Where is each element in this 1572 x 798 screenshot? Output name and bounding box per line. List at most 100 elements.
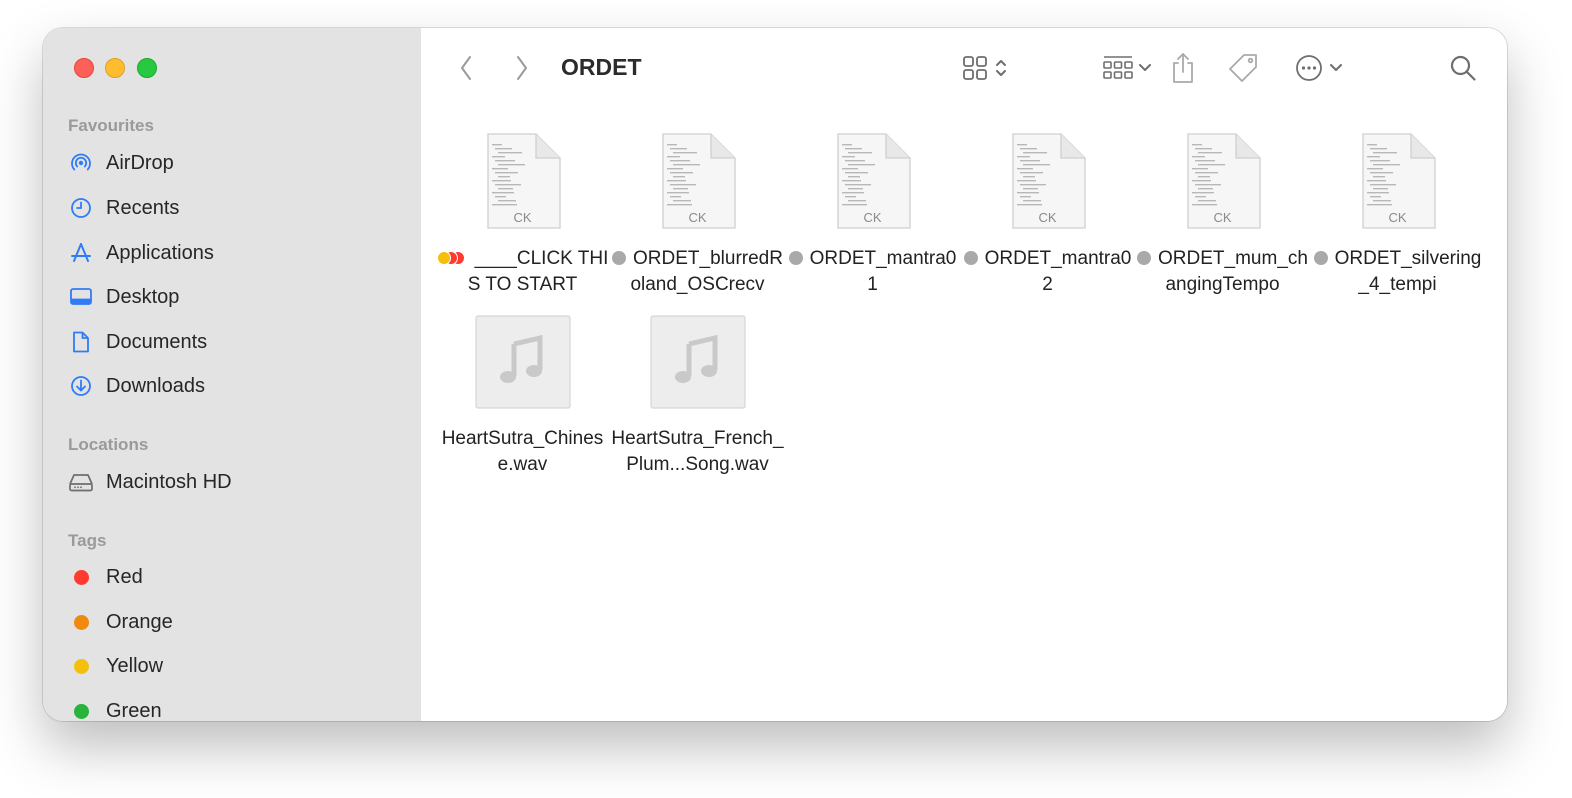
more-actions-button[interactable] — [1287, 50, 1351, 86]
document-icon — [65, 329, 97, 355]
sidebar-item-airdrop[interactable]: AirDrop — [65, 143, 405, 183]
file-thumbnail: CK — [1135, 130, 1310, 230]
file-thumbnail: CK — [610, 130, 785, 230]
file-name: ORDET_mantra01 — [785, 246, 960, 298]
favourites-section-title: Favourites — [68, 116, 154, 135]
file-name-text: ORDET_mantra02 — [984, 248, 1132, 295]
yellow-tag-icon — [74, 658, 89, 674]
tag-dot-icon — [1313, 251, 1328, 265]
file-name-text: ____CLICK THIS TO START — [467, 248, 609, 295]
file-item[interactable]: CK ORDET_blurredRoland_OSCrecv — [610, 130, 785, 298]
file-name-text: ORDET_silvering_4_tempi — [1334, 248, 1482, 295]
file-name-text: ORDET_mantra01 — [809, 248, 957, 295]
airdrop-icon — [65, 150, 97, 176]
search-icon — [1450, 55, 1476, 81]
locations-section-title: Locations — [68, 435, 149, 454]
chevron-down-icon — [1139, 64, 1151, 71]
sidebar-item-tag-red[interactable]: Red — [65, 557, 405, 597]
sidebar-item-label: Downloads — [106, 374, 205, 397]
download-icon — [65, 373, 97, 399]
file-thumbnail — [610, 310, 785, 410]
tags-section-title: Tags — [68, 531, 107, 550]
file-thumbnail: CK — [435, 130, 610, 230]
file-name: ORDET_blurredRoland_OSCrecv — [610, 246, 785, 298]
file-item[interactable]: HeartSutra_Chinese.wav — [435, 310, 610, 478]
tag-dots-icon — [436, 251, 471, 265]
orange-tag-icon — [74, 614, 89, 630]
file-item[interactable]: CK ORDET_mantra02 — [960, 130, 1135, 298]
clock-icon — [65, 195, 97, 221]
zoom-window-button[interactable] — [137, 58, 157, 78]
file-thumbnail: CK — [960, 130, 1135, 230]
music-note-icon — [474, 315, 571, 409]
file-name: ORDET_silvering_4_tempi — [1310, 246, 1485, 298]
file-type-label: CK — [1038, 210, 1057, 225]
group-by-button[interactable] — [1097, 52, 1157, 84]
file-thumbnail — [435, 310, 610, 410]
tag-dot-icon — [612, 251, 627, 265]
red-tag-icon — [74, 569, 89, 585]
share-button[interactable] — [1163, 50, 1203, 86]
chevron-down-icon — [1330, 64, 1342, 71]
ellipsis-circle-icon — [1296, 55, 1322, 81]
file-item[interactable]: CK ____CLICK THIS TO START — [435, 130, 610, 298]
sidebar-item-recents[interactable]: Recents — [65, 188, 405, 228]
sidebar-item-desktop[interactable]: Desktop — [65, 277, 405, 317]
sidebar-item-label: Macintosh HD — [106, 470, 232, 493]
tag-dot-icon — [963, 251, 978, 265]
sidebar-item-documents[interactable]: Documents — [65, 322, 405, 362]
music-note-icon — [649, 315, 746, 409]
sidebar-item-applications[interactable]: Applications — [65, 233, 405, 273]
hard-drive-icon — [65, 469, 97, 495]
file-type-label: CK — [1388, 210, 1407, 225]
file-thumbnail: CK — [785, 130, 960, 230]
chevron-up-down-icon — [996, 60, 1006, 76]
file-type-label: CK — [1213, 210, 1232, 225]
search-button[interactable] — [1445, 52, 1481, 84]
file-name-text: ORDET_mum_changingTempo — [1158, 248, 1308, 295]
file-name: ____CLICK THIS TO START — [435, 246, 610, 298]
file-type-label: CK — [863, 210, 882, 225]
close-window-button[interactable] — [74, 58, 94, 78]
icon-grid-icon — [963, 56, 987, 80]
sidebar-item-label: Red — [106, 565, 143, 588]
tag-button[interactable] — [1223, 50, 1263, 86]
file-item[interactable]: CK ORDET_mum_changingTempo — [1135, 130, 1310, 298]
file-item[interactable]: CK ORDET_mantra01 — [785, 130, 960, 298]
view-mode-button[interactable] — [955, 52, 1015, 84]
sidebar-item-macintosh-hd[interactable]: Macintosh HD — [65, 462, 405, 502]
sidebar-item-tag-yellow[interactable]: Yellow — [65, 646, 405, 686]
file-name-text: HeartSutra_French_Plum...Song.wav — [611, 428, 784, 475]
file-type-label: CK — [688, 210, 707, 225]
tag-dot-icon — [788, 251, 803, 265]
tag-icon — [1229, 54, 1257, 82]
sidebar-item-label: Yellow — [106, 654, 164, 677]
sidebar-item-label: AirDrop — [106, 151, 174, 174]
sidebar-item-downloads[interactable]: Downloads — [65, 366, 405, 406]
sidebar-item-label: Green — [106, 699, 162, 722]
sidebar-item-label: Recents — [106, 196, 180, 219]
back-button[interactable] — [451, 52, 481, 84]
file-name-text: HeartSutra_Chinese.wav — [441, 428, 604, 475]
file-type-label: CK — [513, 210, 532, 225]
file-name: ORDET_mantra02 — [960, 246, 1135, 298]
file-name: HeartSutra_Chinese.wav — [435, 426, 610, 478]
file-item[interactable]: CK ORDET_silvering_4_tempi — [1310, 130, 1485, 298]
sidebar-item-tag-green[interactable]: Green — [65, 691, 405, 721]
tag-dot-icon — [1137, 251, 1152, 265]
window-title: ORDET — [561, 54, 642, 80]
chevron-right-icon — [517, 56, 527, 80]
sidebar-item-label: Documents — [106, 330, 208, 353]
file-name-text: ORDET_blurredRoland_OSCrecv — [630, 248, 783, 295]
minimize-window-button[interactable] — [105, 58, 125, 78]
sidebar-item-label: Desktop — [106, 285, 180, 308]
main-content: ORDET CK ____CLICK THIS TO START CK ORDE… — [421, 28, 1507, 721]
forward-button[interactable] — [507, 52, 537, 84]
file-thumbnail: CK — [1310, 130, 1485, 230]
file-name: HeartSutra_French_Plum...Song.wav — [610, 426, 785, 478]
finder-window: Favourites AirDrop Recents Applications … — [43, 28, 1507, 721]
group-grid-icon — [1103, 56, 1133, 79]
file-item[interactable]: HeartSutra_French_Plum...Song.wav — [610, 310, 785, 478]
sidebar-item-label: Applications — [106, 241, 214, 264]
sidebar-item-tag-orange[interactable]: Orange — [65, 602, 405, 642]
